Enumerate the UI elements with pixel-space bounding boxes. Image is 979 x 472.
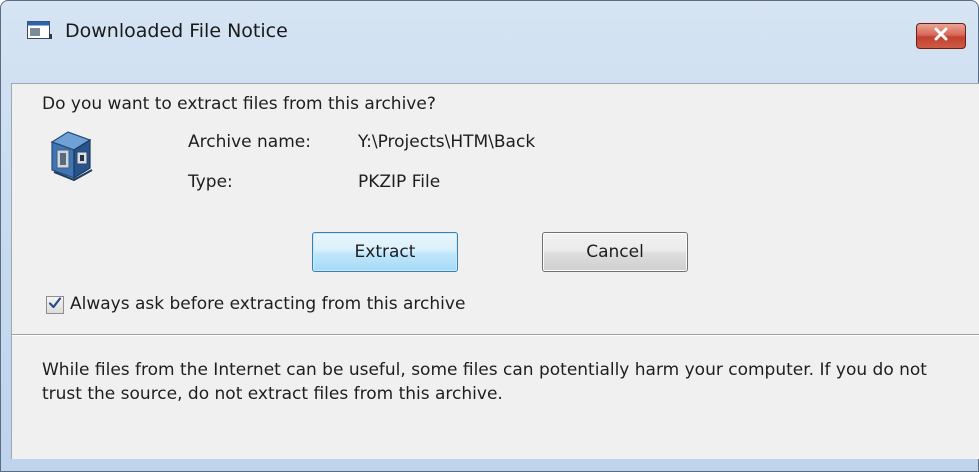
dialog-window: Downloaded File Notice Do you want to ex… xyxy=(0,0,979,472)
archive-name-label: Archive name: xyxy=(188,132,311,152)
cancel-button[interactable]: Cancel xyxy=(542,232,688,272)
separator xyxy=(12,334,979,336)
close-icon xyxy=(933,26,949,46)
extract-button[interactable]: Extract xyxy=(312,232,458,272)
dialog-body: Do you want to extract files from this a… xyxy=(11,83,979,459)
type-label: Type: xyxy=(188,172,233,192)
window-title: Downloaded File Notice xyxy=(65,20,288,42)
always-ask-label[interactable]: Always ask before extracting from this a… xyxy=(70,294,465,314)
security-notice: While files from the Internet can be use… xyxy=(42,360,927,404)
archive-window-icon xyxy=(27,21,53,41)
type-value: PKZIP File xyxy=(358,172,441,192)
always-ask-checkbox[interactable] xyxy=(46,296,64,314)
zip-archive-icon xyxy=(46,128,96,182)
title-bar[interactable]: Downloaded File Notice xyxy=(1,1,978,49)
extract-question: Do you want to extract files from this a… xyxy=(42,94,436,114)
archive-name-value: Y:\Projects\HTM\Back xyxy=(358,132,536,152)
checkmark-icon xyxy=(48,295,62,315)
close-button[interactable] xyxy=(916,23,966,49)
